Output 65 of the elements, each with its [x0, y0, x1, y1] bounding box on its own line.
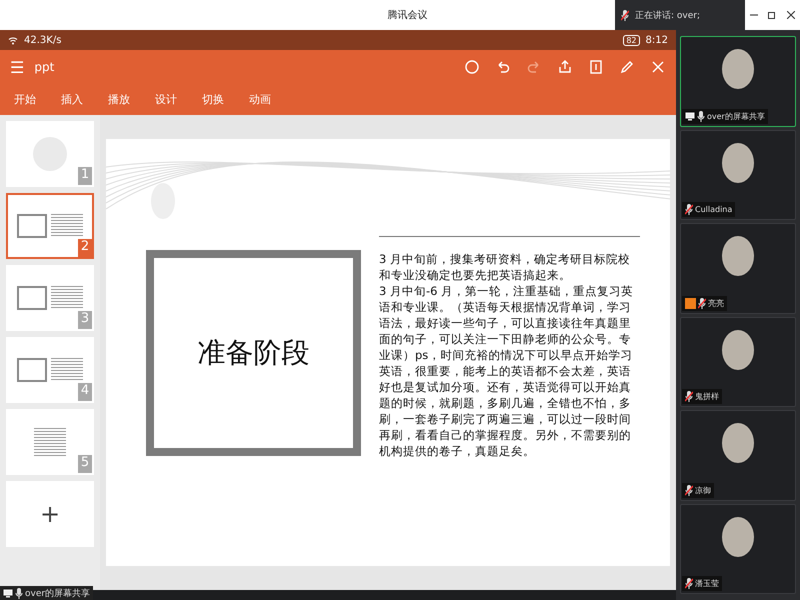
- avatar: [722, 142, 754, 182]
- participant-tile[interactable]: 凉御: [680, 410, 796, 500]
- participant-tile[interactable]: Culladina: [680, 130, 796, 220]
- slide-paragraph: 3 月中旬前，搜集考研资料，确定考研目标院校和专业没确定也要先把英语搞起来。: [379, 251, 631, 283]
- slide-thumbnail[interactable]: 1: [6, 121, 94, 187]
- mini-heading-box: [17, 214, 47, 238]
- share-icon[interactable]: [557, 59, 573, 75]
- ribbon-tab[interactable]: 播放: [108, 92, 155, 107]
- slide-thumbnail[interactable]: 3: [6, 265, 94, 331]
- mini-heading-box: [17, 358, 47, 382]
- avatar: [722, 236, 754, 276]
- muted-mic-icon: [685, 578, 693, 589]
- mic-icon: [697, 110, 705, 122]
- ribbon-tab[interactable]: 动画: [249, 92, 296, 107]
- participant-name: over的屏幕共享: [707, 110, 765, 122]
- participant-tile[interactable]: 潘玉莹: [680, 504, 796, 594]
- slide-paragraph: 3 月中旬-6 月，第一轮，注重基础，重点复习英语和专业课。（英语每天根据情况背单词，学习语法，最好读一些句子，可以直接读往年真题里面的句子，可以关注一下田静老师的公众号。专业课）ps，时间充裕的情况下可以早点开始学习英语，很重要，能考上的英语都不会太差，英语好也是复试加分项。还有，英语觉得可以开始真题的时候，就刷题，多刷几遍，全错也不怕，多刷，一套卷子刷完了两遍三遍，可以过一段时间再刷，看看自己的掌握程度。另外，不需要别的机构提供的卷子，真题足矣。: [379, 283, 634, 459]
- muted-mic-icon: [685, 484, 693, 496]
- avatar: [722, 516, 754, 556]
- network-speed: 42.3K/s: [24, 34, 62, 46]
- pen-icon[interactable]: [619, 59, 635, 75]
- clock: 8:12: [646, 34, 668, 46]
- add-slide-button[interactable]: +: [6, 481, 94, 547]
- participant-name: 鬼拼样: [695, 391, 719, 402]
- ribbon-tab[interactable]: 设计: [155, 92, 202, 107]
- share-label: over的屏幕共享: [25, 588, 90, 600]
- restore-icon[interactable]: [768, 11, 776, 19]
- wifi-icon: [8, 36, 18, 44]
- window-title: 腾讯会议: [386, 8, 428, 22]
- slide-number: 1: [78, 167, 92, 185]
- slide-number: 4: [78, 383, 92, 401]
- battery-level: 82: [623, 34, 640, 46]
- muted-mic-icon: [685, 204, 693, 215]
- slide-thumbnail[interactable]: 5: [6, 409, 94, 475]
- slide-number: 2: [78, 239, 92, 257]
- participant-tile[interactable]: 鬼拼样: [680, 316, 796, 407]
- speaking-indicator: 正在讲话: over;: [635, 10, 700, 22]
- slide-heading: 准备阶段: [146, 250, 361, 456]
- avatar: [722, 423, 754, 463]
- slide-thumbnail[interactable]: 4: [6, 337, 94, 403]
- page-icon[interactable]: [588, 59, 604, 75]
- ribbon-tab[interactable]: 开始: [14, 92, 61, 107]
- avatar: [722, 49, 754, 89]
- ribbon-tab[interactable]: 切换: [202, 92, 249, 107]
- participant-tile[interactable]: over的屏幕共享: [680, 36, 796, 126]
- slide-thumbnail[interactable]: 2: [6, 193, 94, 259]
- close-icon[interactable]: [786, 11, 795, 19]
- avatar: [722, 330, 754, 370]
- ribbon-tab[interactable]: 插入: [61, 92, 108, 107]
- participant-tile[interactable]: 亮亮: [680, 223, 796, 314]
- participant-name: 亮亮: [708, 298, 724, 308]
- slide-number: 5: [78, 455, 92, 473]
- muted-mic-icon: [621, 10, 629, 20]
- screen-share-icon: [3, 588, 13, 598]
- participant-name: 潘玉莹: [695, 578, 719, 589]
- muted-mic-icon: [698, 298, 706, 308]
- screen-share-icon: [685, 112, 695, 120]
- document-title: ppt: [34, 60, 56, 74]
- mic-icon: [15, 588, 23, 598]
- participant-name: 凉御: [695, 484, 711, 496]
- muted-mic-icon: [685, 391, 693, 402]
- mini-heading-box: [17, 286, 47, 310]
- slide-number: 3: [78, 311, 92, 329]
- participant-name: Culladina: [695, 205, 732, 214]
- menu-icon[interactable]: ☰: [10, 58, 24, 76]
